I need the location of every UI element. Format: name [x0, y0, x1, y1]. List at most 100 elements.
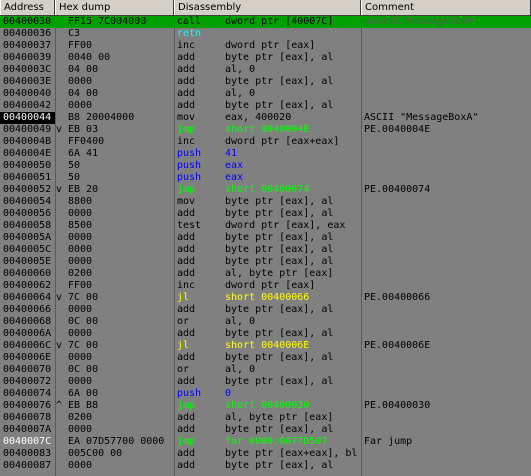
instruction-row[interactable]: 00400068 0C 00 or al, 0 — [0, 316, 531, 328]
comment-cell — [364, 220, 531, 232]
jump-arrow-icon — [56, 316, 66, 328]
instruction-row[interactable]: 00400062 FF00 inc dword ptr [eax] — [0, 280, 531, 292]
instruction-row[interactable]: 0040005C 0000 add byte ptr [eax], al — [0, 244, 531, 256]
instruction-row[interactable]: 0040004E 6A 41 push 41 — [0, 148, 531, 160]
instruction-row[interactable]: 00400070 0C 00 or al, 0 — [0, 364, 531, 376]
comment-cell — [364, 100, 531, 112]
instruction-row[interactable]: 00400044 B8 20004000 mov eax, 400020 ASCII "… — [0, 112, 531, 124]
comment-cell — [364, 172, 531, 184]
hex-dump-cell: C3 — [68, 28, 81, 39]
jump-arrow-icon — [56, 220, 66, 232]
instruction-row[interactable]: 00400051 50 push eax — [0, 172, 531, 184]
operand-cell: byte ptr [eax], al — [225, 424, 334, 435]
mnemonic-cell: add — [177, 232, 196, 243]
column-header-address[interactable]: Address — [0, 0, 55, 15]
column-header-comment[interactable]: Comment — [361, 0, 531, 15]
hex-dump-cell: 04 00 — [68, 88, 99, 99]
instruction-row[interactable]: 0040005A 0000 add byte ptr [eax], al — [0, 232, 531, 244]
instruction-row[interactable]: 0040003C 04 00 add al, 0 — [0, 64, 531, 76]
instruction-row[interactable]: 00400039 0040 00 add byte ptr [eax], al — [0, 52, 531, 64]
instruction-row[interactable]: 00400040 04 00 add al, 0 — [0, 88, 531, 100]
jump-arrow-icon — [56, 232, 66, 244]
instruction-row-selected[interactable]: 00400030 FF15 7C004000 call dword ptr [4000… — [0, 16, 531, 28]
instruction-row[interactable]: 00400072 0000 add byte ptr [eax], al — [0, 376, 531, 388]
instruction-row[interactable]: 0040007C EA 07D57700 0000 jmp far 0000:0077… — [0, 436, 531, 448]
instruction-row[interactable]: 00400064 v 7C 00 jl short 00400066 PE.0040006… — [0, 292, 531, 304]
jump-arrow-icon — [56, 196, 66, 208]
instruction-row[interactable]: 00400076 ^ EB B8 jmp short 00400030 PE.004000… — [0, 400, 531, 412]
instruction-row[interactable]: 00400056 0000 add byte ptr [eax], al — [0, 208, 531, 220]
mnemonic-cell: inc — [177, 136, 196, 147]
hex-dump-cell: 0200 — [68, 268, 93, 279]
mnemonic-cell: add — [177, 376, 196, 387]
hex-dump-cell: 8500 — [68, 220, 93, 231]
column-header-hex-dump[interactable]: Hex dump — [55, 0, 174, 15]
jump-arrow-icon — [56, 28, 66, 40]
instruction-row[interactable]: 00400054 8800 mov byte ptr [eax], al — [0, 196, 531, 208]
instruction-row[interactable]: 0040005E 0000 add byte ptr [eax], al — [0, 256, 531, 268]
mnemonic-cell: add — [177, 328, 196, 339]
instruction-row[interactable]: 0040006A 0000 add byte ptr [eax], al — [0, 328, 531, 340]
jump-arrow-icon — [56, 136, 66, 148]
jump-arrow-icon — [56, 88, 66, 100]
instruction-row[interactable]: 00400083 005C00 00 add byte ptr [eax+eax], … — [0, 448, 531, 460]
instruction-row[interactable]: 00400060 0200 add al, byte ptr [eax] — [0, 268, 531, 280]
mnemonic-cell: add — [177, 352, 196, 363]
instruction-row[interactable]: 00400066 0000 add byte ptr [eax], al — [0, 304, 531, 316]
address-cell: 0040007C — [3, 436, 52, 447]
operand-cell: al, 0 — [225, 88, 256, 99]
jump-arrow-icon — [56, 328, 66, 340]
operand-cell: 0 — [225, 388, 232, 399]
instruction-row[interactable]: 00400049 v EB 03 jmp short 0040004E PE.004000… — [0, 124, 531, 136]
instruction-row[interactable]: 00400058 8500 test dword ptr [eax], eax — [0, 220, 531, 232]
instruction-row[interactable]: 00400036 C3 retn — [0, 28, 531, 40]
address-cell: 00400078 — [3, 412, 52, 423]
operand-cell: byte ptr [eax], al — [225, 304, 334, 315]
comment-cell: user32.MessageBoxA — [364, 16, 473, 27]
instruction-row[interactable]: 00400037 FF00 inc dword ptr [eax] — [0, 40, 531, 52]
operand-cell: short 00400066 — [225, 292, 310, 303]
comment-cell — [364, 304, 531, 316]
address-cell: 0040006A — [3, 328, 52, 339]
comment-cell: ASCII "MessageBoxA" — [364, 112, 479, 123]
address-cell: 00400062 — [3, 280, 52, 291]
instruction-row[interactable]: 00400074 6A 00 push 0 — [0, 388, 531, 400]
mnemonic-cell: add — [177, 448, 196, 459]
instruction-row[interactable]: 00400052 v EB 20 jmp short 00400074 PE.004000… — [0, 184, 531, 196]
mnemonic-cell: add — [177, 460, 196, 471]
mnemonic-cell: add — [177, 88, 196, 99]
disassembly-pane[interactable]: Address Hex dump Disassembly Comment 004… — [0, 0, 531, 476]
jump-arrow-icon — [56, 112, 66, 124]
mnemonic-cell: add — [177, 52, 196, 63]
hex-dump-cell: 8800 — [68, 196, 93, 207]
comment-cell — [364, 376, 531, 388]
address-cell: 00400036 — [3, 28, 52, 39]
address-cell: 00400070 — [3, 364, 52, 375]
operand-cell: byte ptr [eax], al — [225, 460, 334, 471]
comment-cell — [364, 244, 531, 256]
mnemonic-cell: add — [177, 424, 196, 435]
address-cell: 00400058 — [3, 220, 52, 231]
instruction-row[interactable]: 00400042 0000 add byte ptr [eax], al — [0, 100, 531, 112]
hex-dump-cell: 0000 — [68, 244, 93, 255]
instruction-row[interactable]: 0040006C v 7C 00 jl short 0040006E PE.0040006… — [0, 340, 531, 352]
operand-cell: byte ptr [eax], al — [225, 352, 334, 363]
comment-cell: PE.00400030 — [364, 400, 431, 411]
instruction-row[interactable]: 00400078 0200 add al, byte ptr [eax] — [0, 412, 531, 424]
instruction-row[interactable]: 00400050 50 push eax — [0, 160, 531, 172]
instruction-row[interactable]: 00400087 0000 add byte ptr [eax], al — [0, 460, 531, 472]
column-header-disassembly[interactable]: Disassembly — [174, 0, 361, 15]
operand-cell: short 0040004E — [225, 124, 310, 135]
instruction-row[interactable]: 0040006E 0000 add byte ptr [eax], al — [0, 352, 531, 364]
instruction-row[interactable]: 0040003E 0000 add byte ptr [eax], al — [0, 76, 531, 88]
address-cell: 00400056 — [3, 208, 52, 219]
instruction-row[interactable]: 0040007A 0000 add byte ptr [eax], al — [0, 424, 531, 436]
instruction-row[interactable]: 0040004B FF0400 inc dword ptr [eax+eax] — [0, 136, 531, 148]
comment-cell — [364, 40, 531, 52]
address-cell: 00400049 — [3, 124, 52, 135]
operand-cell: short 0040006E — [225, 340, 310, 351]
operand-cell: al, 0 — [225, 64, 256, 75]
mnemonic-cell: or — [177, 364, 190, 375]
mnemonic-cell: add — [177, 268, 196, 279]
hex-dump-cell: 04 00 — [68, 64, 99, 75]
